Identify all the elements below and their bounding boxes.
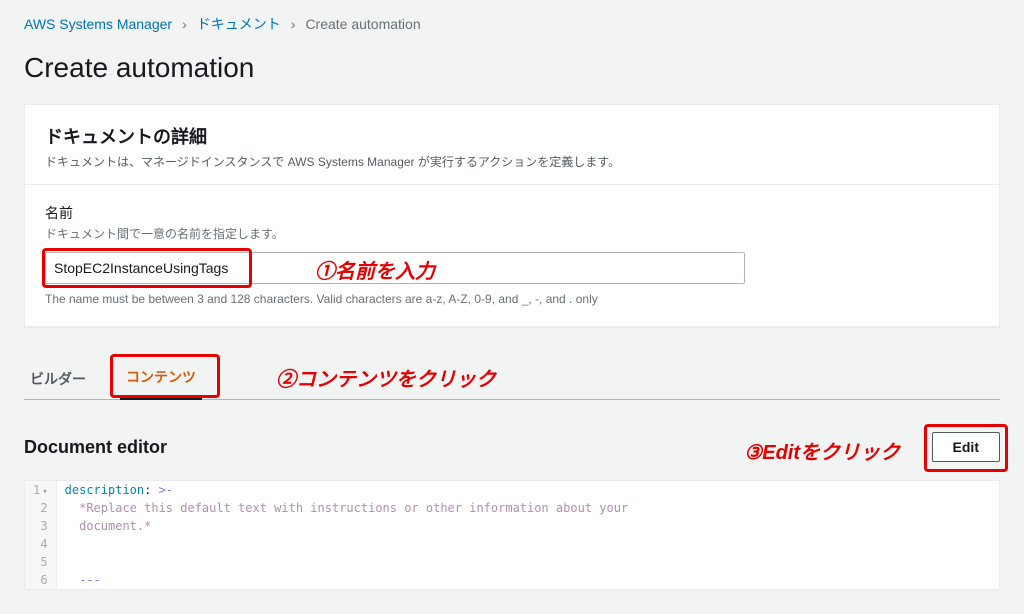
edit-button[interactable]: Edit <box>932 432 1000 462</box>
tab-contents[interactable]: コンテンツ <box>120 357 202 400</box>
page-title: Create automation <box>0 44 1024 104</box>
chevron-right-icon: › <box>182 16 187 32</box>
annotation-2: ②コンテンツをクリック <box>276 363 496 392</box>
code-editor[interactable]: 123456 description: >- *Replace this def… <box>24 480 1000 590</box>
tabs: ビルダー コンテンツ ②コンテンツをクリック <box>24 357 1000 400</box>
panel-title: ドキュメントの詳細 <box>45 123 979 149</box>
tab-builder[interactable]: ビルダー <box>24 359 92 399</box>
annotation-3: ③Editをクリック <box>744 436 900 465</box>
name-rule: The name must be between 3 and 128 chara… <box>45 292 979 306</box>
panel-description: ドキュメントは、マネージドインスタンスで AWS Systems Manager… <box>45 153 979 170</box>
annotation-1: ①名前を入力 <box>315 255 435 284</box>
document-editor-section: Document editor ③Editをクリック Edit 123456 d… <box>24 432 1000 590</box>
breadcrumb-current: Create automation <box>305 16 420 32</box>
code-gutter: 123456 <box>25 481 57 589</box>
code-content: description: >- *Replace this default te… <box>57 481 637 589</box>
breadcrumb: AWS Systems Manager › ドキュメント › Create au… <box>0 0 1024 44</box>
tab-contents-label: コンテンツ <box>126 369 196 385</box>
document-details-panel: ドキュメントの詳細 ドキュメントは、マネージドインスタンスで AWS Syste… <box>24 104 1000 327</box>
chevron-right-icon: › <box>291 16 296 32</box>
editor-title: Document editor <box>24 437 167 458</box>
breadcrumb-root[interactable]: AWS Systems Manager <box>24 16 172 32</box>
name-hint: ドキュメント間で一意の名前を指定します。 <box>45 225 979 242</box>
name-label: 名前 <box>45 203 979 223</box>
breadcrumb-documents[interactable]: ドキュメント <box>197 14 281 34</box>
